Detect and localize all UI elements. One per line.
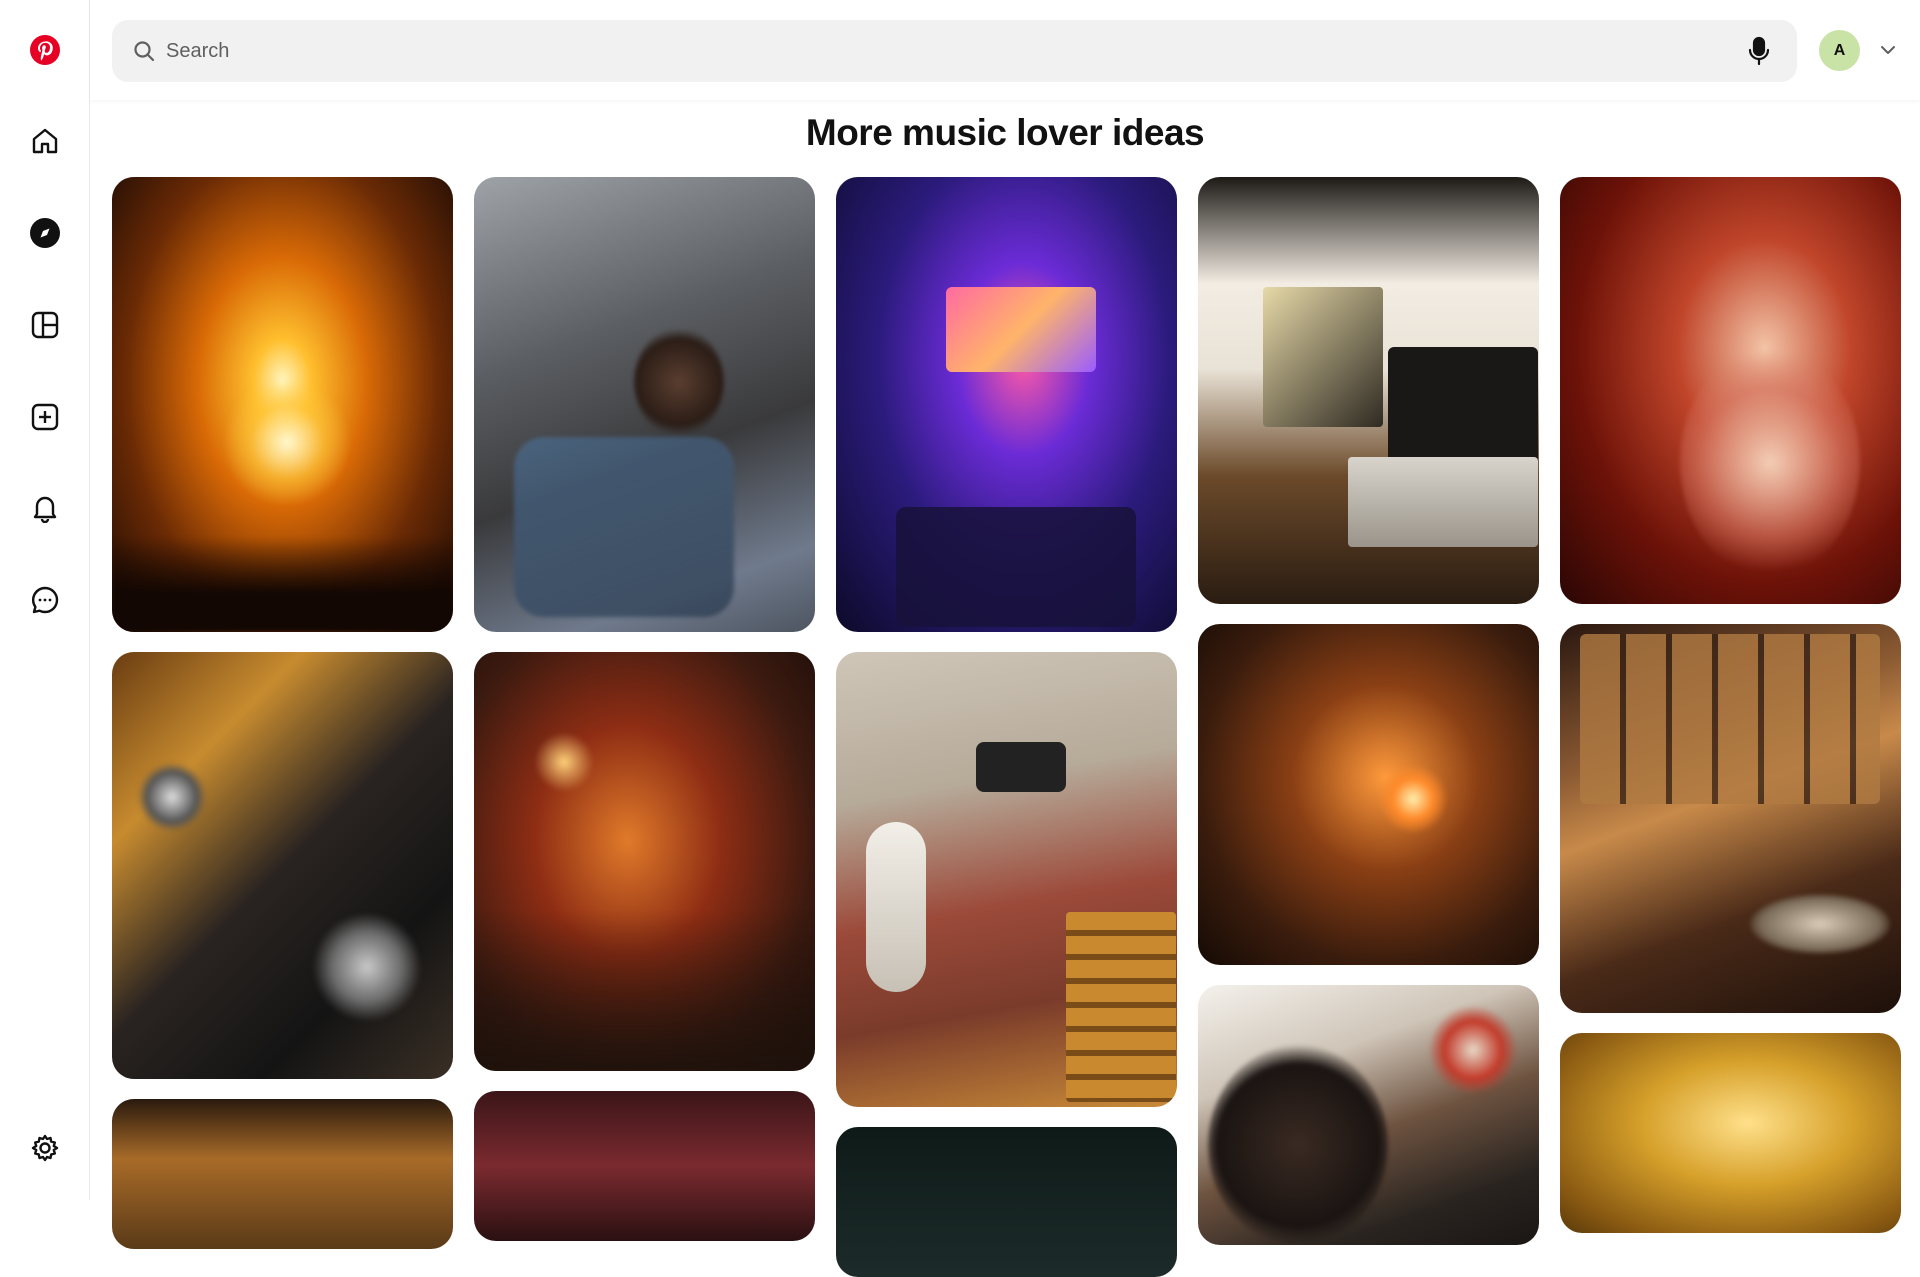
bell-icon[interactable] bbox=[21, 484, 69, 532]
pin-image bbox=[1560, 624, 1901, 1013]
search-icon bbox=[134, 41, 155, 62]
page-title: More music lover ideas bbox=[805, 112, 1205, 153]
pin-image bbox=[836, 652, 1177, 1107]
avatar[interactable]: A bbox=[1819, 30, 1860, 71]
microphone-icon[interactable] bbox=[1743, 35, 1775, 67]
pin-card[interactable] bbox=[1560, 177, 1901, 604]
pin-card[interactable] bbox=[1560, 624, 1901, 1013]
top-bar: A bbox=[90, 0, 1920, 100]
pin-image bbox=[1198, 985, 1539, 1245]
pin-image bbox=[836, 1127, 1177, 1277]
pin-image bbox=[1560, 1033, 1901, 1233]
pin-image bbox=[112, 652, 453, 1079]
pin-card[interactable] bbox=[1560, 1033, 1901, 1233]
plus-square-icon[interactable] bbox=[21, 393, 69, 441]
sidebar-nav bbox=[0, 0, 90, 1200]
pinterest-logo-icon[interactable] bbox=[21, 26, 69, 74]
home-icon[interactable] bbox=[21, 117, 69, 165]
gear-icon[interactable] bbox=[21, 1124, 69, 1172]
pin-card[interactable] bbox=[836, 177, 1177, 632]
pin-card[interactable] bbox=[1198, 624, 1539, 965]
search-input[interactable] bbox=[164, 20, 1724, 82]
pin-image bbox=[112, 177, 453, 632]
pin-card[interactable] bbox=[474, 1091, 815, 1241]
pin-card[interactable] bbox=[1198, 985, 1539, 1245]
chevron-down-icon[interactable] bbox=[1878, 40, 1898, 60]
pin-card[interactable] bbox=[112, 1099, 453, 1249]
pin-image bbox=[1198, 624, 1539, 965]
search-bar[interactable] bbox=[112, 20, 1797, 82]
pin-card[interactable] bbox=[836, 1127, 1177, 1277]
pin-image bbox=[474, 177, 815, 632]
pin-image bbox=[1560, 177, 1901, 604]
chat-icon[interactable] bbox=[21, 576, 69, 624]
pin-card[interactable] bbox=[474, 177, 815, 632]
pin-card[interactable] bbox=[836, 652, 1177, 1107]
pin-image bbox=[474, 652, 815, 1071]
pin-card[interactable] bbox=[474, 652, 815, 1071]
pin-image bbox=[1198, 177, 1539, 604]
compass-icon[interactable] bbox=[21, 209, 69, 257]
pin-image bbox=[836, 177, 1177, 632]
pin-image bbox=[112, 1099, 453, 1249]
pin-image bbox=[474, 1091, 815, 1241]
pin-card[interactable] bbox=[1198, 177, 1539, 604]
boards-icon[interactable] bbox=[21, 301, 69, 349]
pin-card[interactable] bbox=[112, 652, 453, 1079]
pin-card[interactable] bbox=[112, 177, 453, 632]
